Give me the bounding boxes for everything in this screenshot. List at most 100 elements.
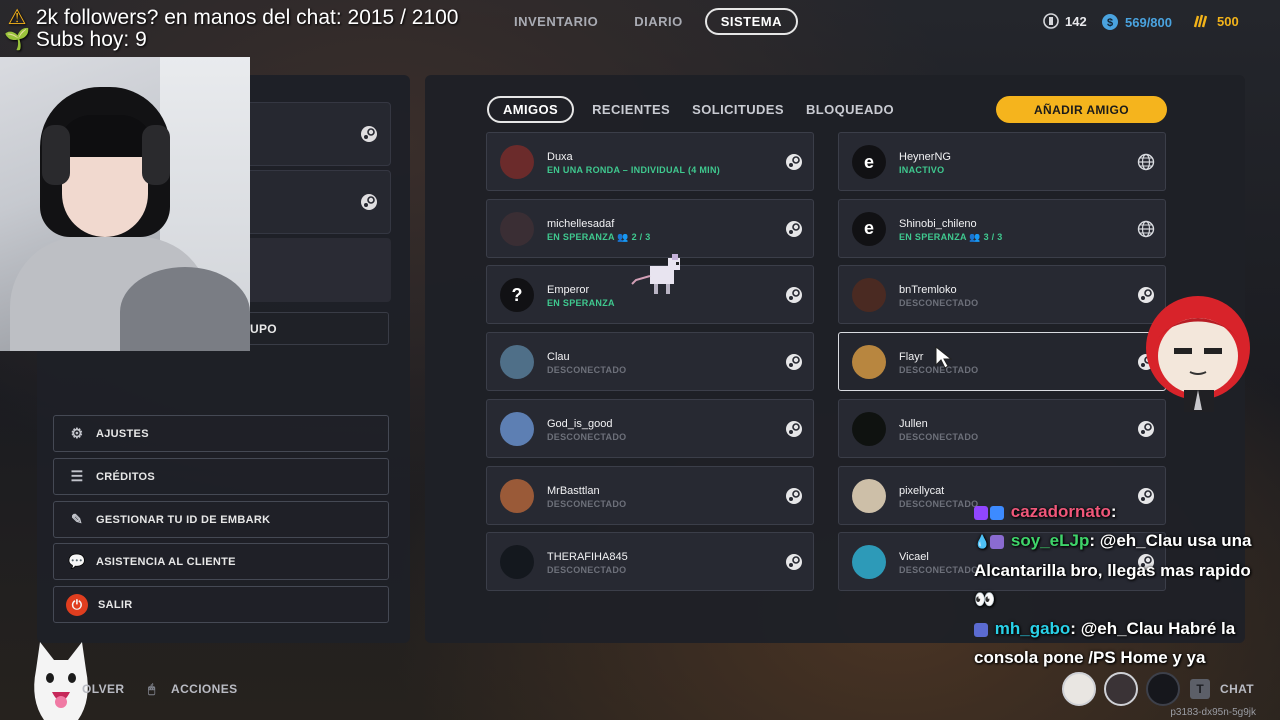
friend-card[interactable]: MrBasttlan DESCONECTADO [486, 465, 814, 525]
friend-status: DESCONECTADO [899, 431, 979, 442]
tab-bloqueado[interactable]: BLOQUEADO [806, 102, 894, 117]
friend-status: EN SPERANZA 👥 2 / 3 [547, 231, 651, 242]
avatar [852, 345, 886, 380]
rat-sprite-icon [631, 254, 680, 294]
avatar [500, 145, 534, 179]
add-friend-button[interactable]: AÑADIR AMIGO [996, 96, 1167, 123]
friend-name: pixellycat [899, 484, 945, 497]
menu-creditos[interactable]: ☰ CRÉDITOS [53, 458, 389, 495]
avatar: ? [500, 278, 534, 313]
gear-icon: ⚙ [70, 425, 84, 441]
friend-status: DESCONECTADO [547, 365, 627, 376]
friend-name: bnTremloko [899, 284, 957, 297]
tab-sistema[interactable]: SISTEMA [704, 8, 799, 35]
session-id: p3183-dx95n-5g9jk [1170, 707, 1256, 718]
warning-icon: ⚠ [7, 6, 27, 29]
chat-username: mh_gabo [994, 619, 1071, 638]
steam-icon [786, 554, 802, 571]
credits-icon: $ [1102, 14, 1118, 30]
friend-name: Shinobi_chileno [899, 217, 977, 230]
sub-badge-icon [974, 622, 988, 637]
avatar [852, 478, 886, 513]
follower-goal-text: 2k followers? en manos del chat: 2015 / … [35, 6, 459, 29]
friend-status: DESCONECTADO [899, 298, 979, 309]
menu-asistencia-label: ASISTENCIA AL CLIENTE [96, 555, 236, 568]
currency-credits: $ 569/800 [1101, 13, 1172, 31]
party-slot-empty[interactable] [1146, 672, 1180, 706]
globe-icon [1137, 153, 1155, 171]
main-nav: INVENTARIO DIARIO SISTEMA [500, 8, 806, 35]
friend-status: DESCONECTADO [547, 431, 627, 442]
menu-salir-label: SALIR [98, 598, 133, 611]
tab-solicitudes[interactable]: SOLICITUDES [692, 102, 784, 117]
sprout-icon: 🌱 [4, 28, 31, 51]
friend-status: DESCONECTADO [899, 498, 979, 509]
friend-status: EN UNA RONDA – INDIVIDUAL (4 MIN) [547, 165, 721, 175]
avatar [500, 211, 534, 246]
friend-status: EN SPERANZA 👥 3 / 3 [899, 231, 1003, 242]
subs-overlay: 🌱 Subs hoy: 9 [4, 28, 147, 52]
menu-ajustes[interactable]: ⚙ AJUSTES [53, 415, 389, 452]
currency-coins: 142 [1043, 13, 1087, 29]
avatar [852, 411, 886, 446]
friend-card[interactable]: bnTremloko DESCONECTADO [838, 265, 1166, 325]
chat-username: soy_eLJp [1010, 531, 1090, 550]
friend-card[interactable]: michellesadaf EN SPERANZA 👥 2 / 3 [486, 198, 814, 258]
currency-coins-value: 142 [1065, 13, 1087, 29]
party-avatar-1[interactable] [1062, 672, 1096, 706]
back-button[interactable]: OLVER [82, 682, 124, 696]
avatar [852, 278, 886, 313]
friend-card[interactable]: Jullen DESCONECTADO [838, 398, 1166, 458]
friend-status: DESCONECTADO [547, 498, 627, 509]
chat-button[interactable]: CHAT [1220, 682, 1254, 696]
menu-salir[interactable]: ⏻ SALIR [53, 586, 389, 623]
friend-status: DESCONECTADO [899, 565, 979, 576]
friend-card[interactable]: THERAFIHA845 DESCONECTADO [486, 532, 814, 592]
avatar: e [852, 211, 886, 246]
video-badge-icon [990, 534, 1005, 549]
avatar [500, 411, 534, 446]
drop-badge-icon: 💧 [974, 534, 991, 549]
steam-icon [786, 287, 802, 304]
friend-name: michellesadaf [547, 217, 615, 230]
steam-icon [786, 354, 802, 371]
friend-card[interactable]: Flayr DESCONECTADO [838, 332, 1166, 392]
friend-name: Vicael [899, 551, 929, 564]
menu-ajustes-label: AJUSTES [96, 427, 149, 440]
friend-card[interactable]: e HeynerNG INACTIVO [838, 132, 1166, 191]
tab-diario[interactable]: DIARIO [620, 8, 697, 35]
chat-message: mh_gabo: @eh_Clau Habré la consola pone … [974, 619, 1236, 667]
mouse-cursor-icon [935, 346, 953, 369]
steam-icon [786, 154, 802, 170]
tab-recientes[interactable]: RECIENTES [592, 102, 670, 117]
coin-icon [1043, 13, 1059, 29]
friend-name: God_is_good [547, 417, 613, 430]
steam-icon [361, 194, 377, 210]
steam-icon [786, 220, 802, 237]
friend-card[interactable]: e Shinobi_chileno EN SPERANZA 👥 3 / 3 [838, 198, 1166, 258]
tab-amigos[interactable]: AMIGOS [487, 96, 575, 123]
party-avatar-2[interactable] [1104, 672, 1138, 706]
friend-card[interactable]: Duxa EN UNA RONDA – INDIVIDUAL (4 MIN) [486, 132, 814, 191]
menu-asistencia[interactable]: 💬 ASISTENCIA AL CLIENTE [53, 543, 389, 580]
friend-name: MrBasttlan [547, 484, 600, 497]
chat-message: cazadornato: [974, 497, 1274, 526]
chat-message: 💧 soy_eLJp: @eh_Clau usa una Alcantarill… [974, 531, 1252, 609]
friend-card[interactable]: God_is_good DESCONECTADO [486, 398, 814, 458]
tab-inventario[interactable]: INVENTARIO [500, 8, 612, 35]
svg-text:$: $ [1107, 17, 1113, 29]
actions-button[interactable]: ACCIONES [171, 682, 238, 696]
subs-text: Subs hoy: 9 [35, 28, 147, 51]
globe-icon [1137, 220, 1155, 237]
steam-icon [786, 420, 802, 437]
friend-card[interactable]: Clau DESCONECTADO [486, 332, 814, 392]
group-button-label: UPO [250, 321, 277, 336]
menu-embark-id[interactable]: ✎ GESTIONAR TU ID DE EMBARK [53, 501, 389, 538]
menu-embark-id-label: GESTIONAR TU ID DE EMBARK [96, 513, 271, 526]
currency-bars: 500 [1193, 13, 1239, 29]
plush-mascot-icon [1146, 296, 1250, 412]
currency-credits-value: 569/800 [1125, 14, 1172, 30]
sub-badge-icon [974, 505, 988, 520]
friend-name: Duxa [547, 151, 573, 163]
friend-status: INACTIVO [899, 165, 945, 175]
